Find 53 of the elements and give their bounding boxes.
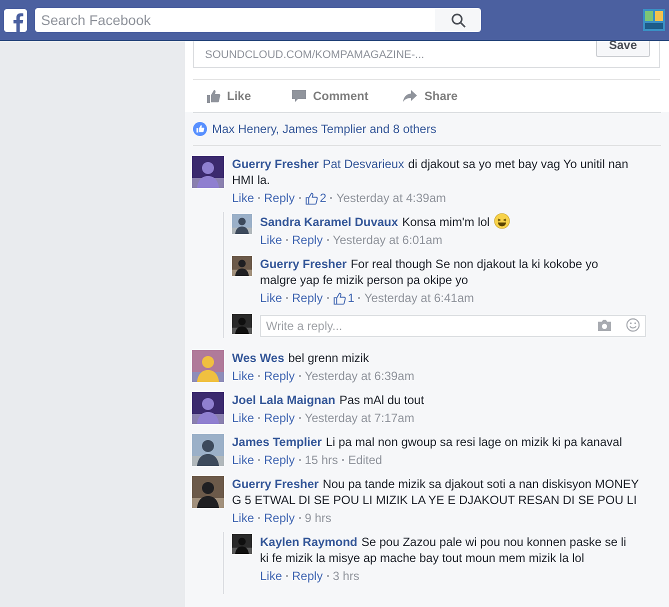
like-link[interactable]: Like — [232, 190, 254, 206]
comment-text: Guerry Fresher Nou pa tande mizik sa djakout soti a nan diskisyon MONEY G 5 ETWAL DI SE POU LI MIZIK LA YE E DJAKOUT RESAN DI SE POU LI — [232, 476, 640, 508]
facebook-logo-icon[interactable] — [4, 8, 27, 32]
reply-link[interactable]: Reply — [264, 190, 295, 206]
like-icon — [193, 122, 207, 136]
comment-time: Yesterday at 4:39am — [336, 190, 446, 206]
comment-text: Guerry Fresher Pat Desvarieux di djakout sa yo met bay vag Yo unitil nan HMI la. — [232, 156, 630, 188]
comment-text: Wes Wes bel grenn mizik — [232, 350, 370, 366]
comment-text: Sandra Karamel Duvaux Konsa mim'm lol — [260, 214, 632, 230]
smiley-icon[interactable] — [626, 318, 640, 332]
reply-field[interactable]: Write a reply... — [260, 315, 646, 337]
like-count[interactable]: 1 — [332, 290, 354, 306]
like-count[interactable]: 2 — [304, 190, 326, 206]
edited-label[interactable]: Edited — [348, 452, 382, 468]
comment-time: Yesterday at 6:01am — [332, 232, 442, 248]
like-link[interactable]: Like — [232, 368, 254, 384]
post-action-button[interactable]: Share — [402, 87, 458, 105]
comment-text: Kaylen Raymond Se pou Zazou pale wi pou nou konnen paske se li ki fe mizik la misye ap mache bay tout moun mem mizik la lol — [260, 534, 628, 566]
comment-text: Guerry Fresher For real though Se non djakout la ki kokobe yo malgre yap fe mizik person pa okipe yo — [260, 256, 600, 288]
reply-link[interactable]: Reply — [264, 410, 295, 426]
search-field[interactable]: Search Facebook — [35, 8, 435, 32]
thumbs-up-icon — [332, 292, 346, 304]
search-icon[interactable] — [450, 12, 466, 28]
share-icon — [402, 88, 418, 104]
reply-link[interactable]: Reply — [292, 568, 323, 584]
post-action-button[interactable]: Comment — [291, 87, 368, 105]
like-link[interactable]: Like — [260, 232, 282, 248]
search-button[interactable] — [435, 8, 481, 32]
like-link[interactable]: Like — [260, 568, 282, 584]
comment-icon — [291, 88, 308, 104]
like-link[interactable]: Like — [260, 290, 282, 306]
like-link[interactable]: Like — [232, 452, 254, 468]
comment-text: James Templier Li pa mal non gwoup sa resi lage on mizik ki pa kanaval — [232, 434, 623, 450]
comment-time: 3 hrs — [332, 568, 360, 584]
like-link[interactable]: Like — [232, 410, 254, 426]
reply-link[interactable]: Reply — [264, 452, 295, 468]
reply-link[interactable]: Reply — [292, 232, 323, 248]
reply-link[interactable]: Reply — [264, 368, 295, 384]
comment-time: 9 hrs — [304, 510, 332, 526]
link-domain: SOUNDCLOUD.COM/KOMPAMAGAZINE-... — [205, 48, 424, 62]
camera-icon[interactable] — [597, 319, 612, 331]
like-link[interactable]: Like — [232, 510, 254, 526]
comment-time: Yesterday at 6:41am — [364, 290, 474, 306]
comment-text: Joel Lala Maignan Pas mAl du tout — [232, 392, 426, 408]
comment-time: Yesterday at 7:17am — [304, 410, 414, 426]
reply-link[interactable]: Reply — [292, 290, 323, 306]
reply-link[interactable]: Reply — [264, 510, 295, 526]
thumbs-up-icon — [304, 192, 318, 204]
comment-time: 15 hrs — [304, 452, 338, 468]
like-icon — [205, 88, 221, 104]
post-action-button[interactable]: Like — [205, 87, 252, 105]
reactions-summary[interactable]: Max Henery, James Templier and 8 others — [212, 120, 436, 138]
comment-time: Yesterday at 6:39am — [304, 368, 414, 384]
